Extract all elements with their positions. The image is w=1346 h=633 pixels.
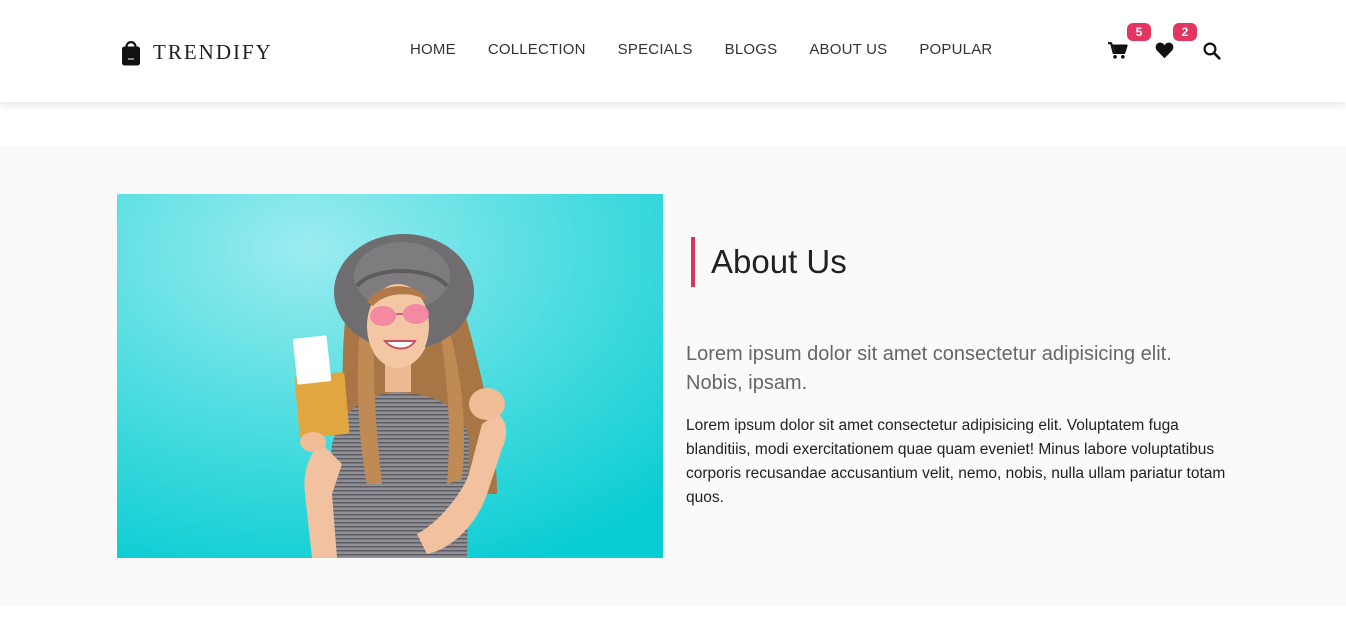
heart-icon [1155,42,1174,59]
brand-name: TRENDIFY [153,39,273,64]
woman-with-passport-illustration [117,194,663,558]
search-button[interactable] [1201,38,1225,62]
shopping-bag-icon [122,41,140,66]
title-accent-bar [691,237,695,287]
nav-collection[interactable]: COLLECTION [488,41,586,59]
wishlist-button[interactable]: 2 [1153,23,1197,62]
about-body-text: Lorem ipsum dolor sit amet consectetur a… [686,417,1226,506]
about-photo [117,194,663,558]
main-nav: HOME COLLECTION SPECIALS BLOGS ABOUT US … [410,41,992,59]
about-section: About Us Lorem ipsum dolor sit amet cons… [0,146,1346,606]
nav-popular[interactable]: POPULAR [919,41,992,59]
about-lead-text: Lorem ipsum dolor sit amet consectetur a… [686,343,1172,394]
nav-blogs[interactable]: BLOGS [725,41,778,59]
brand-logo[interactable]: TRENDIFY [120,36,273,68]
nav-about-us[interactable]: ABOUT US [809,41,887,59]
wishlist-count-badge: 2 [1173,23,1197,41]
cart-count-badge: 5 [1127,23,1151,41]
cart-button[interactable]: 5 [1106,23,1151,62]
search-icon [1203,42,1221,60]
about-title: About Us [711,243,847,280]
cart-icon [1108,42,1128,59]
nav-home[interactable]: HOME [410,41,456,59]
navbar: TRENDIFY HOME COLLECTION SPECIALS BLOGS … [0,0,1346,102]
nav-specials[interactable]: SPECIALS [618,41,693,59]
